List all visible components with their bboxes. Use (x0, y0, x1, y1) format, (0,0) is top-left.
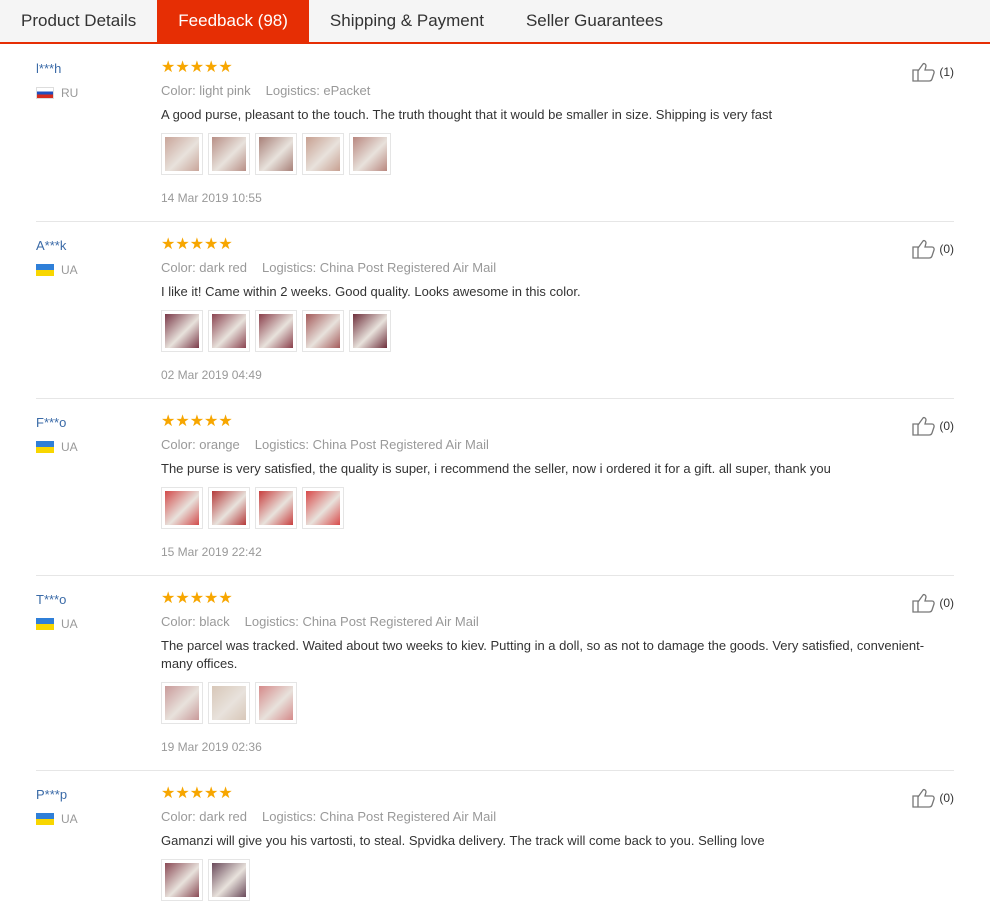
helpful-button[interactable]: (1) (912, 62, 954, 82)
thumbs-up-icon (912, 788, 936, 808)
star-rating: ★★★★★ (161, 785, 233, 802)
helpful-button[interactable]: (0) (912, 788, 954, 808)
review-text: A good purse, pleasant to the touch. The… (161, 107, 773, 122)
product-color: Color: black (161, 614, 230, 629)
helpful-button[interactable]: (0) (912, 416, 954, 436)
review-meta: Color: orange Logistics: China Post Regis… (161, 437, 489, 452)
tab-product-details[interactable]: Product Details (0, 0, 157, 42)
helpful-count: (0) (939, 242, 954, 256)
helpful-button[interactable]: (0) (912, 593, 954, 613)
review-date: 15 Mar 2019 22:42 (161, 545, 262, 559)
reviewer-country: UA (36, 812, 78, 826)
thumbs-up-icon (912, 62, 936, 82)
review-photos (161, 310, 396, 352)
ukraine-flag-icon (36, 264, 54, 276)
review-date: 14 Mar 2019 10:55 (161, 191, 262, 205)
review-date: 19 Mar 2019 02:36 (161, 740, 262, 754)
product-color: Color: orange (161, 437, 240, 452)
country-code: UA (61, 812, 78, 826)
reviewer-country: UA (36, 440, 78, 454)
review-photo-thumb[interactable] (349, 133, 391, 175)
reviewer-name[interactable]: P***p (36, 787, 67, 802)
thumbs-up-icon (912, 416, 936, 436)
review-photos (161, 133, 396, 175)
helpful-count: (0) (939, 596, 954, 610)
country-code: UA (61, 617, 78, 631)
ukraine-flag-icon (36, 813, 54, 825)
review-photo-thumb[interactable] (255, 310, 297, 352)
review-text: I like it! Came within 2 weeks. Good qua… (161, 284, 581, 299)
review-photo-thumb[interactable] (349, 310, 391, 352)
review-photo-thumb[interactable] (161, 487, 203, 529)
reviewer-name[interactable]: A***k (36, 238, 66, 253)
tab-feedback[interactable]: Feedback (98) (157, 0, 309, 42)
review-meta: Color: light pink Logistics: ePacket (161, 83, 370, 98)
tab-bar: Product Details Feedback (98) Shipping &… (0, 0, 990, 44)
star-rating: ★★★★★ (161, 236, 233, 253)
review-text: The purse is very satisfied, the quality… (161, 461, 831, 476)
review-photo-thumb[interactable] (208, 682, 250, 724)
thumbs-up-icon (912, 593, 936, 613)
product-color: Color: dark red (161, 260, 247, 275)
logistics-info: Logistics: China Post Registered Air Mai… (261, 809, 497, 824)
helpful-count: (0) (939, 791, 954, 805)
reviewer-name[interactable]: T***o (36, 592, 66, 607)
review-meta: Color: black Logistics: China Post Regist… (161, 614, 479, 629)
helpful-count: (1) (939, 65, 954, 79)
review-date: 02 Mar 2019 04:49 (161, 368, 262, 382)
thumbs-up-icon (912, 239, 936, 259)
helpful-count: (0) (939, 419, 954, 433)
tab-seller-guarantees[interactable]: Seller Guarantees (505, 0, 684, 42)
review-text: Gamanzi will give you his vartosti, to s… (161, 833, 765, 848)
logistics-info: Logistics: China Post Registered Air Mai… (261, 260, 497, 275)
review-photo-thumb[interactable] (302, 133, 344, 175)
review-photo-thumb[interactable] (255, 487, 297, 529)
reviewer-country: RU (36, 86, 78, 100)
review-text: The parcel was tracked. Waited about two… (161, 638, 925, 671)
review-photo-thumb[interactable] (208, 133, 250, 175)
review-divider (36, 398, 954, 399)
logistics-info: Logistics: China Post Registered Air Mai… (254, 437, 489, 452)
review-photo-thumb[interactable] (302, 487, 344, 529)
review-photo-thumb[interactable] (208, 487, 250, 529)
review-photo-thumb[interactable] (161, 133, 203, 175)
reviewer-name[interactable]: F***o (36, 415, 66, 430)
review-divider (36, 575, 954, 576)
feedback-list: l***h RU ★★★★★ Color: light pink Logistic… (0, 44, 990, 921)
reviewer-name[interactable]: l***h (36, 61, 61, 76)
country-code: UA (61, 440, 78, 454)
review-photo-thumb[interactable] (302, 310, 344, 352)
review-photo-thumb[interactable] (208, 859, 250, 901)
review-photo-thumb[interactable] (255, 682, 297, 724)
review-meta: Color: dark red Logistics: China Post Reg… (161, 809, 496, 824)
reviewer-country: UA (36, 263, 78, 277)
review-photos (161, 859, 255, 901)
product-color: Color: light pink (161, 83, 251, 98)
ukraine-flag-icon (36, 618, 54, 630)
review-divider (36, 221, 954, 222)
star-rating: ★★★★★ (161, 413, 233, 430)
country-code: RU (61, 86, 79, 100)
review-meta: Color: dark red Logistics: China Post Reg… (161, 260, 496, 275)
logistics-info: Logistics: ePacket (265, 83, 371, 98)
review-photo-thumb[interactable] (161, 310, 203, 352)
review-photo-thumb[interactable] (161, 859, 203, 901)
star-rating: ★★★★★ (161, 590, 233, 607)
logistics-info: Logistics: China Post Registered Air Mai… (244, 614, 479, 629)
review-photo-thumb[interactable] (208, 310, 250, 352)
review-divider (36, 770, 954, 771)
star-rating: ★★★★★ (161, 59, 233, 76)
helpful-button[interactable]: (0) (912, 239, 954, 259)
russia-flag-icon (36, 87, 54, 99)
reviewer-country: UA (36, 617, 78, 631)
country-code: UA (61, 263, 78, 277)
tab-shipping-payment[interactable]: Shipping & Payment (309, 0, 505, 42)
review-photo-thumb[interactable] (255, 133, 297, 175)
review-photos (161, 682, 302, 724)
ukraine-flag-icon (36, 441, 54, 453)
review-photo-thumb[interactable] (161, 682, 203, 724)
review-photos (161, 487, 349, 529)
product-color: Color: dark red (161, 809, 247, 824)
